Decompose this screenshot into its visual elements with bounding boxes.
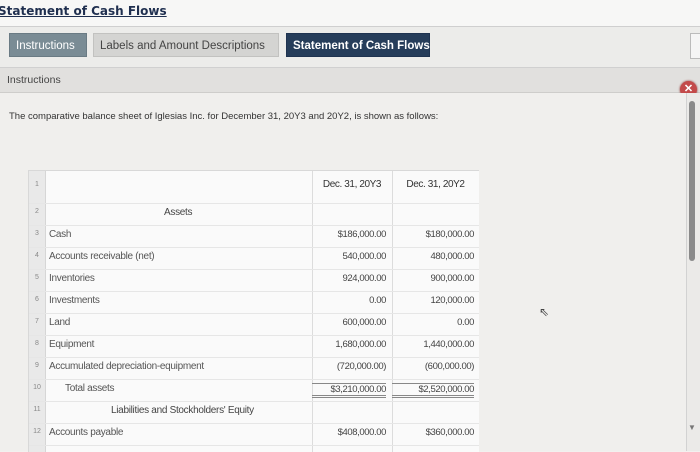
scroll-down-arrow-icon[interactable]: ▼ <box>688 423 696 432</box>
instructions-header: Instructions <box>0 68 700 93</box>
mouse-cursor-icon: ⇖ <box>539 305 550 319</box>
value-20y2: $180,000.00 <box>425 229 475 240</box>
title-bar: Statement of Cash Flows <box>0 0 700 27</box>
value-20y2: $2,520,000.00 <box>392 383 474 398</box>
value-20y3: $3,210,000.00 <box>312 383 386 398</box>
row-label: Investments <box>49 295 100 306</box>
row-label: Accounts receivable (net) <box>49 251 155 262</box>
value-20y3: 540,000.00 <box>342 251 386 262</box>
table-row: 9 Accumulated depreciation-equipment (72… <box>29 357 479 380</box>
balance-sheet-table: 1 Dec. 31, 20Y3 Dec. 31, 20Y2 2 Assets 3… <box>28 170 479 452</box>
value-20y3: 1,680,000.00 <box>335 339 386 350</box>
window-title: Statement of Cash Flows <box>0 4 167 18</box>
row-number: 6 <box>35 296 39 303</box>
row-label: Total assets <box>65 383 115 394</box>
table-row: 1 Dec. 31, 20Y3 Dec. 31, 20Y2 <box>29 171 479 204</box>
row-number: 1 <box>35 181 39 188</box>
tab-instructions[interactable]: Instructions <box>9 33 87 57</box>
tab-statement-of-cash-flows[interactable]: Statement of Cash Flows <box>286 33 430 57</box>
value-20y2: 480,000.00 <box>430 251 474 262</box>
value-20y2: (600,000.00) <box>424 361 474 372</box>
value-20y2: $360,000.00 <box>425 427 475 438</box>
instructions-label: Instructions <box>7 74 61 86</box>
row-number: 12 <box>33 428 41 435</box>
row-label: Inventories <box>49 273 95 284</box>
scrollbar[interactable]: ▼ <box>686 93 700 451</box>
value-20y3: 600,000.00 <box>342 317 386 328</box>
value-20y3: (720,000.00) <box>336 361 386 372</box>
value-20y2: 120,000.00 <box>430 295 474 306</box>
value-20y3: $186,000.00 <box>337 229 387 240</box>
value-20y2: 0.00 <box>457 317 474 328</box>
tab-labels-and-amount-descriptions[interactable]: Labels and Amount Descriptions <box>93 33 279 57</box>
row-number: 2 <box>35 208 39 215</box>
scrollbar-thumb[interactable] <box>689 101 695 261</box>
row-label: Accumulated depreciation-equipment <box>49 361 204 372</box>
row-number: 11 <box>33 406 41 413</box>
row-number: 4 <box>35 252 39 259</box>
value-20y3: 0.00 <box>369 295 386 306</box>
table-row: 10 Total assets $3,210,000.00 $2,520,000… <box>29 379 479 402</box>
table-row: 11 Liabilities and Stockholders' Equity <box>29 401 479 424</box>
table-row: 2 Assets <box>29 203 479 226</box>
assets-heading: Assets <box>164 207 193 218</box>
table-row: 4 Accounts receivable (net) 540,000.00 4… <box>29 247 479 270</box>
value-20y2: 900,000.00 <box>430 273 474 284</box>
tab-overflow[interactable] <box>690 33 700 59</box>
column-header-20y3: Dec. 31, 20Y3 <box>322 179 382 190</box>
table-row: 6 Investments 0.00 120,000.00 <box>29 291 479 314</box>
value-20y3: 924,000.00 <box>342 273 386 284</box>
row-number: 9 <box>35 362 39 369</box>
row-number: 7 <box>35 318 39 325</box>
row-number: 8 <box>35 340 39 347</box>
value-20y2: 1,440,000.00 <box>423 339 474 350</box>
row-number: 10 <box>33 384 41 391</box>
row-label: Accounts payable <box>49 427 124 438</box>
value-20y3: $408,000.00 <box>337 427 387 438</box>
table-row: 8 Equipment 1,680,000.00 1,440,000.00 <box>29 335 479 358</box>
liabilities-heading: Liabilities and Stockholders' Equity <box>111 405 254 416</box>
row-label: Cash <box>49 229 72 240</box>
tab-bar: Instructions Labels and Amount Descripti… <box>0 27 700 68</box>
column-header-20y2: Dec. 31, 20Y2 <box>406 179 465 190</box>
table-row: 12 Accounts payable $408,000.00 $360,000… <box>29 423 479 446</box>
table-row: 5 Inventories 924,000.00 900,000.00 <box>29 269 479 292</box>
row-number: 3 <box>35 230 39 237</box>
row-number: 5 <box>35 274 39 281</box>
table-row: 3 Cash $186,000.00 $180,000.00 <box>29 225 479 248</box>
table-row: 7 Land 600,000.00 0.00 <box>29 313 479 336</box>
row-label: Land <box>49 317 71 328</box>
row-label: Equipment <box>49 339 95 350</box>
intro-text: The comparative balance sheet of Iglesia… <box>9 111 439 122</box>
